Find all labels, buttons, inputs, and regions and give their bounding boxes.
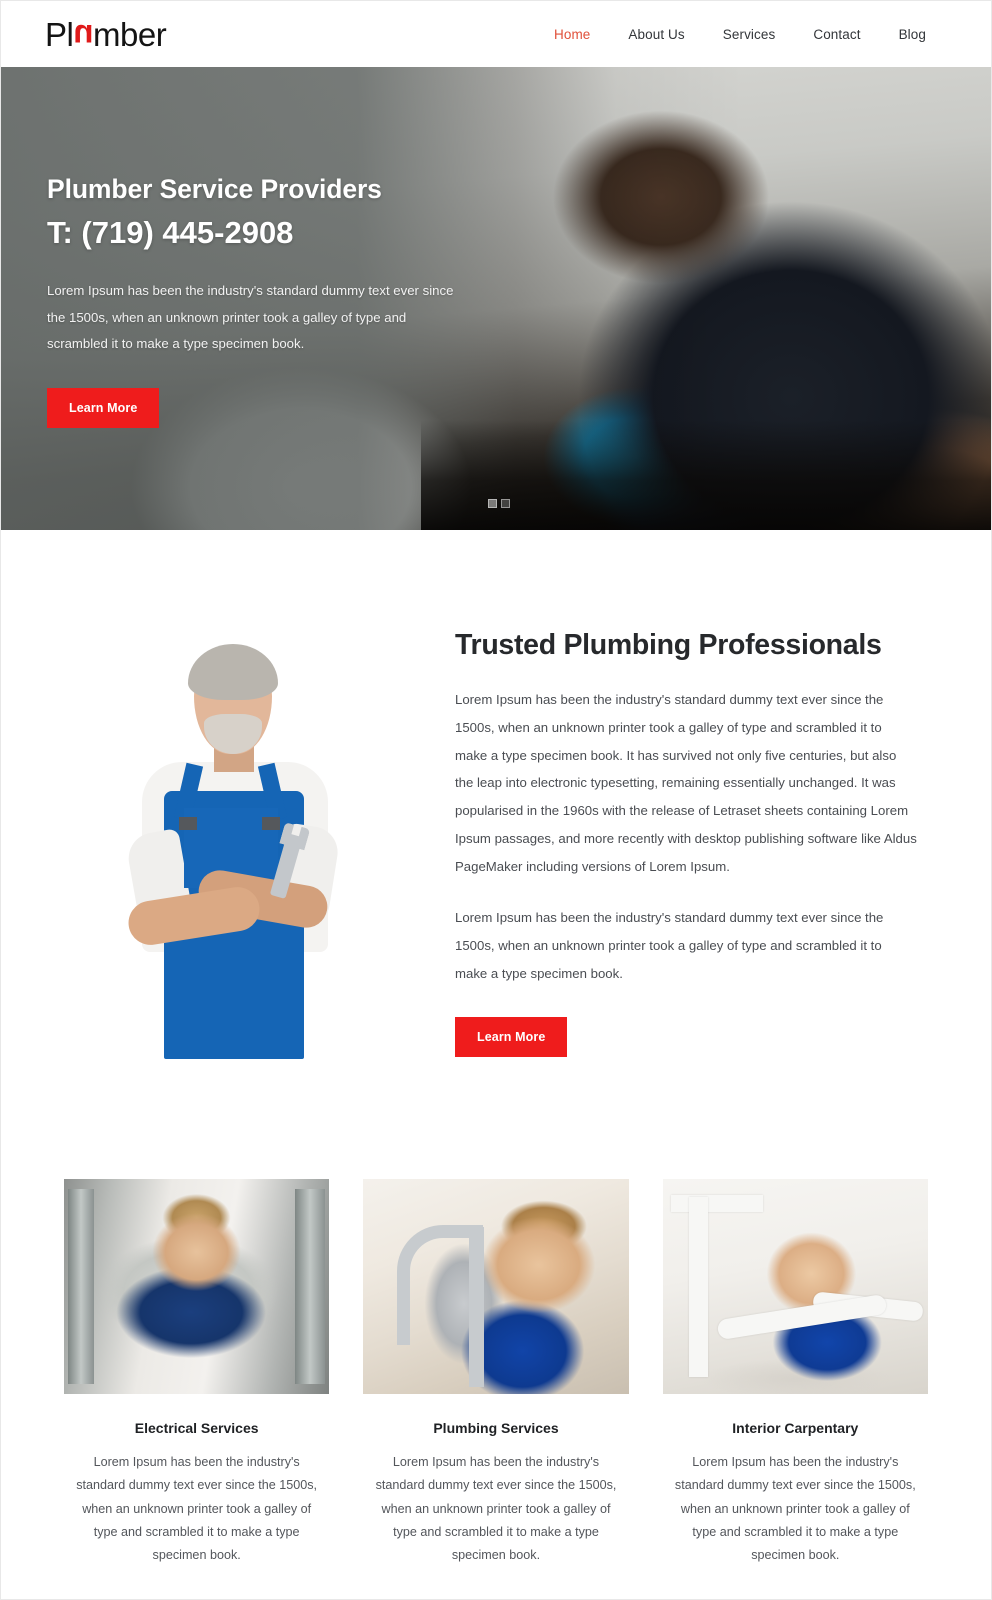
page-root: Plumber Home About Us Services Contact B… xyxy=(0,0,992,1600)
slider-dot-1[interactable] xyxy=(488,499,497,508)
nav-item-about-us[interactable]: About Us xyxy=(609,21,703,48)
site-logo[interactable]: Plumber xyxy=(45,15,167,55)
service-card-image-carpentry xyxy=(662,1179,928,1394)
service-card-text: Lorem Ipsum has been the industry's stan… xyxy=(674,1455,916,1563)
service-card-plumbing[interactable]: Plumbing Services Lorem Ipsum has been t… xyxy=(363,1179,629,1567)
logo-text-prefix: Pl xyxy=(45,15,74,53)
hero-phone-number: T: (719) 445-2908 xyxy=(47,214,294,250)
service-card-electrical[interactable]: Electrical Services Lorem Ipsum has been… xyxy=(64,1179,330,1567)
about-title: Trusted Plumbing Professionals xyxy=(455,629,882,661)
about-paragraph-2: Lorem Ipsum has been the industry's stan… xyxy=(455,910,884,981)
main-navigation: Home About Us Services Contact Blog xyxy=(535,21,945,48)
pipe-vertical xyxy=(688,1197,708,1377)
hero-learn-more-button[interactable]: Learn More xyxy=(47,387,160,428)
pipe-horizontal-top xyxy=(670,1195,763,1212)
about-paragraph-1: Lorem Ipsum has been the industry's stan… xyxy=(455,692,917,874)
about-image-column xyxy=(47,620,417,1061)
faucet-stem xyxy=(469,1227,485,1387)
figure-hair xyxy=(188,644,278,700)
service-card-title: Interior Carpentary xyxy=(732,1420,859,1436)
nav-item-services[interactable]: Services xyxy=(704,21,795,48)
pipe-diagonal xyxy=(716,1293,888,1341)
dishwasher-rail-left xyxy=(68,1189,94,1384)
about-learn-more-button[interactable]: Learn More xyxy=(455,1017,568,1058)
hero-slider-indicators xyxy=(488,499,510,508)
service-card-image-electrical xyxy=(64,1179,330,1394)
nav-item-home[interactable]: Home xyxy=(535,21,609,48)
figure-buckle-left xyxy=(179,817,197,830)
service-card-image-plumbing xyxy=(363,1179,629,1394)
logo-text-suffix: mber xyxy=(93,15,167,53)
service-card-carpentry[interactable]: Interior Carpentary Lorem Ipsum has been… xyxy=(662,1179,928,1567)
nav-item-blog[interactable]: Blog xyxy=(880,21,945,48)
plumber-portrait-image xyxy=(106,626,358,1061)
hero-bottom-shade xyxy=(421,420,991,530)
hero-banner: Plumber Service Providers T: (719) 445-2… xyxy=(1,67,991,530)
slider-dot-2[interactable] xyxy=(501,499,510,508)
figure-buckle-right xyxy=(262,817,280,830)
about-text-column: Trusted Plumbing Professionals Lorem Ips… xyxy=(417,620,945,1058)
hero-description: Lorem Ipsum has been the industry's stan… xyxy=(47,283,454,352)
service-card-title: Plumbing Services xyxy=(433,1420,559,1436)
about-section: Trusted Plumbing Professionals Lorem Ips… xyxy=(1,530,991,1061)
nav-item-contact[interactable]: Contact xyxy=(794,21,879,48)
services-section: Electrical Services Lorem Ipsum has been… xyxy=(1,1061,991,1567)
service-card-text: Lorem Ipsum has been the industry's stan… xyxy=(76,1455,318,1563)
logo-accent-letter: u xyxy=(73,17,94,55)
dishwasher-rail-right xyxy=(295,1189,326,1384)
hero-content: Plumber Service Providers T: (719) 445-2… xyxy=(47,171,477,428)
service-card-title: Electrical Services xyxy=(134,1420,259,1436)
service-card-text: Lorem Ipsum has been the industry's stan… xyxy=(375,1455,617,1563)
site-header: Plumber Home About Us Services Contact B… xyxy=(1,1,991,67)
hero-title: Plumber Service Providers xyxy=(47,174,382,204)
